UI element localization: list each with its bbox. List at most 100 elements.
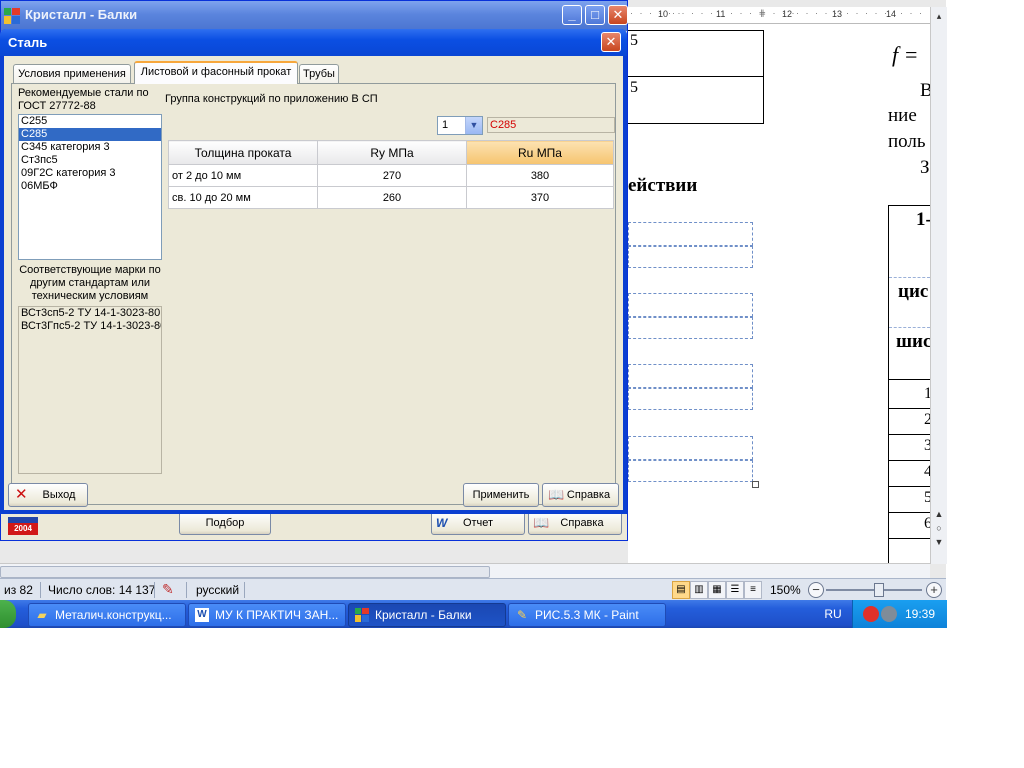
- zoom-slider-thumb[interactable]: [874, 583, 884, 597]
- doc-cell: 5: [630, 79, 638, 96]
- ruler-toggle-icon[interactable]: ▴: [932, 9, 946, 23]
- main-window-title: Кристалл - Балки: [25, 7, 138, 22]
- equivalent-grades-list: ВСт3сп5-2 ТУ 14-1-3023-80 ВСт3Гпс5-2 ТУ …: [18, 306, 162, 474]
- text-box[interactable]: [628, 222, 753, 246]
- report-icon: W: [436, 516, 448, 530]
- main-help-button[interactable]: 📖 Справка: [528, 511, 622, 535]
- spellcheck-icon[interactable]: ✎: [162, 581, 174, 598]
- steel-list-item[interactable]: Ст3пс5: [19, 154, 161, 167]
- maximize-icon[interactable]: □: [585, 5, 605, 25]
- exit-x-icon: ✕: [15, 486, 28, 503]
- table-cell[interactable]: св. 10 до 20 мм: [168, 186, 318, 209]
- folder-icon: ▰: [37, 608, 47, 622]
- ruler-mark: 10: [658, 9, 669, 19]
- steel-list-item[interactable]: С255: [19, 115, 161, 128]
- document-page[interactable]: 5 5 ействии f = В ние поль З 1- цис шис: [628, 24, 930, 564]
- tab-conditions[interactable]: Условия применения: [13, 64, 131, 83]
- tab-sheet-profiles[interactable]: Листовой и фасонный прокат: [134, 61, 298, 84]
- dialog-close-icon[interactable]: ✕: [601, 32, 621, 52]
- minimize-icon[interactable]: _: [562, 5, 582, 25]
- text-box[interactable]: [628, 436, 753, 460]
- close-icon[interactable]: ✕: [608, 5, 628, 25]
- table-cell[interactable]: 260: [317, 186, 467, 209]
- main-title-bar[interactable]: Кристалл - Балки _ □ ✕: [1, 1, 628, 31]
- horizontal-scroll-thumb[interactable]: [0, 566, 490, 578]
- taskbar-item-folder[interactable]: ▰ Металич.конструкц...: [28, 603, 186, 627]
- steel-grade-field: С285: [487, 117, 615, 133]
- taskbar-item-word[interactable]: W МУ К ПРАКТИЧ ЗАН...: [188, 603, 346, 627]
- select-button[interactable]: Подбор: [179, 511, 271, 535]
- table-row[interactable]: св. 10 до 20 мм 260 370: [168, 186, 614, 209]
- dialog-title: Сталь: [8, 35, 48, 50]
- zoom-in-icon[interactable]: +: [926, 582, 942, 598]
- taskbar-item-paint[interactable]: ✎ РИС.5.3 МК - Paint: [508, 603, 666, 627]
- steel-list[interactable]: С255 С285 С345 категория 3 Ст3пс5 09Г2С …: [18, 114, 162, 260]
- table-cell[interactable]: 370: [466, 186, 614, 209]
- browse-object-icon[interactable]: ○: [932, 521, 946, 535]
- help-book-icon: 📖: [533, 515, 550, 530]
- app-icon: [4, 8, 20, 24]
- column-header-thickness[interactable]: Толщина проката: [168, 140, 318, 165]
- doc-text: поль: [888, 131, 926, 152]
- table-row[interactable]: от 2 до 10 мм 270 380: [168, 164, 614, 187]
- steel-list-item[interactable]: С345 категория 3: [19, 141, 161, 154]
- steel-list-item[interactable]: 06МБФ: [19, 180, 161, 193]
- scroll-up-icon[interactable]: ▲: [932, 507, 946, 521]
- apply-button[interactable]: Применить: [463, 483, 539, 507]
- chevron-down-icon[interactable]: ▼: [465, 117, 482, 134]
- equivalent-grade-item: ВСт3Гпс5-2 ТУ 14-1-3023-80: [21, 320, 162, 332]
- resize-handle[interactable]: [752, 481, 759, 488]
- status-bar: из 82 Число слов: 14 137 ✎ русский ▤ ▥ ▦…: [0, 578, 946, 601]
- doc-table-cell: шис: [896, 331, 930, 352]
- reading-layout-icon[interactable]: ▥: [690, 581, 708, 599]
- column-header-ru[interactable]: Ru МПа: [466, 140, 614, 165]
- horizontal-scrollbar[interactable]: [0, 563, 930, 578]
- taskbar-item-kristall[interactable]: Кристалл - Балки: [348, 603, 506, 627]
- text-box[interactable]: [628, 317, 753, 339]
- page-count[interactable]: из 82: [4, 583, 33, 597]
- scroll-down-icon[interactable]: ▼: [932, 535, 946, 549]
- ruler-mark: 12: [782, 9, 793, 19]
- text-box[interactable]: [628, 364, 753, 388]
- structure-group-label: Группа конструкций по приложению В СП: [165, 93, 378, 105]
- draft-view-icon[interactable]: ≡: [744, 581, 762, 599]
- table-cell[interactable]: 270: [317, 164, 467, 187]
- web-layout-icon[interactable]: ▦: [708, 581, 726, 599]
- system-tray: 19:39: [852, 600, 947, 628]
- vertical-scrollbar[interactable]: ▴ ▲ ○ ▼: [930, 7, 947, 564]
- report-button[interactable]: W Отчет: [431, 511, 525, 535]
- outline-view-icon[interactable]: ☰: [726, 581, 744, 599]
- text-box[interactable]: [628, 388, 753, 410]
- antivirus-icon[interactable]: [863, 606, 879, 622]
- exit-button[interactable]: ✕ Выход: [8, 483, 88, 507]
- doc-table-cell: цис: [898, 281, 929, 302]
- table-cell[interactable]: 380: [466, 164, 614, 187]
- tab-pipes[interactable]: Трубы: [299, 64, 339, 83]
- column-header-ry[interactable]: Ry МПа: [317, 140, 467, 165]
- strength-table: Толщина проката Ry МПа Ru МПа от 2 до 10…: [168, 140, 614, 209]
- volume-icon[interactable]: [881, 606, 897, 622]
- text-box[interactable]: [628, 460, 753, 482]
- steel-list-item-selected[interactable]: С285: [19, 128, 161, 141]
- help-book-icon: 📖: [548, 487, 565, 502]
- start-button[interactable]: [0, 600, 16, 628]
- language-bar[interactable]: RU: [818, 600, 848, 628]
- language-indicator[interactable]: русский: [196, 583, 239, 597]
- structure-group-select[interactable]: 1 ▼: [437, 116, 483, 135]
- word-count[interactable]: Число слов: 14 137: [48, 583, 155, 597]
- dialog-title-bar[interactable]: Сталь ✕: [0, 29, 627, 56]
- steel-list-item[interactable]: 09Г2С категория 3: [19, 167, 161, 180]
- dialog-help-button[interactable]: 📖 Справка: [542, 483, 619, 507]
- zoom-out-icon[interactable]: −: [808, 582, 824, 598]
- dialog-body: Условия применения Листовой и фасонный п…: [4, 56, 623, 510]
- table-cell[interactable]: от 2 до 10 мм: [168, 164, 318, 187]
- print-layout-icon[interactable]: ▤: [672, 581, 690, 599]
- app-icon: [355, 608, 369, 622]
- doc-text: З: [920, 157, 930, 178]
- equivalent-grade-item: ВСт3сп5-2 ТУ 14-1-3023-80: [21, 307, 161, 319]
- text-box[interactable]: [628, 246, 753, 268]
- clock[interactable]: 19:39: [905, 600, 935, 628]
- zoom-level[interactable]: 150%: [770, 583, 801, 597]
- version-badge: 2004: [8, 517, 38, 535]
- text-box[interactable]: [628, 293, 753, 317]
